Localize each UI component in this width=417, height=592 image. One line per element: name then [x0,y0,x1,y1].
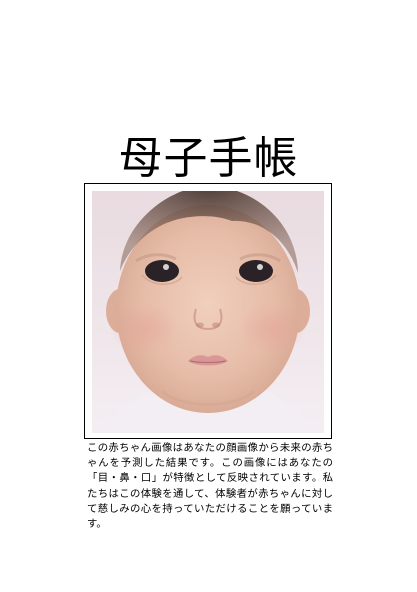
right-cheek-blush [238,303,306,355]
right-eye-shape [239,260,273,282]
left-eye-highlight [163,264,169,270]
baby-photo [92,191,324,433]
photo-frame [84,183,332,439]
right-nostril [212,322,220,328]
baby-face-illustration [92,191,324,433]
caption-text: この赤ちゃん画像はあなたの顔画像から未来の赤ちゃんを予測した結果です。この画像に… [87,442,333,531]
left-eye-shape [145,260,179,282]
right-eye-highlight [257,264,263,270]
page-title: 母子手帳 [118,133,299,185]
left-cheek-blush [110,303,178,355]
left-nostril [196,322,204,328]
